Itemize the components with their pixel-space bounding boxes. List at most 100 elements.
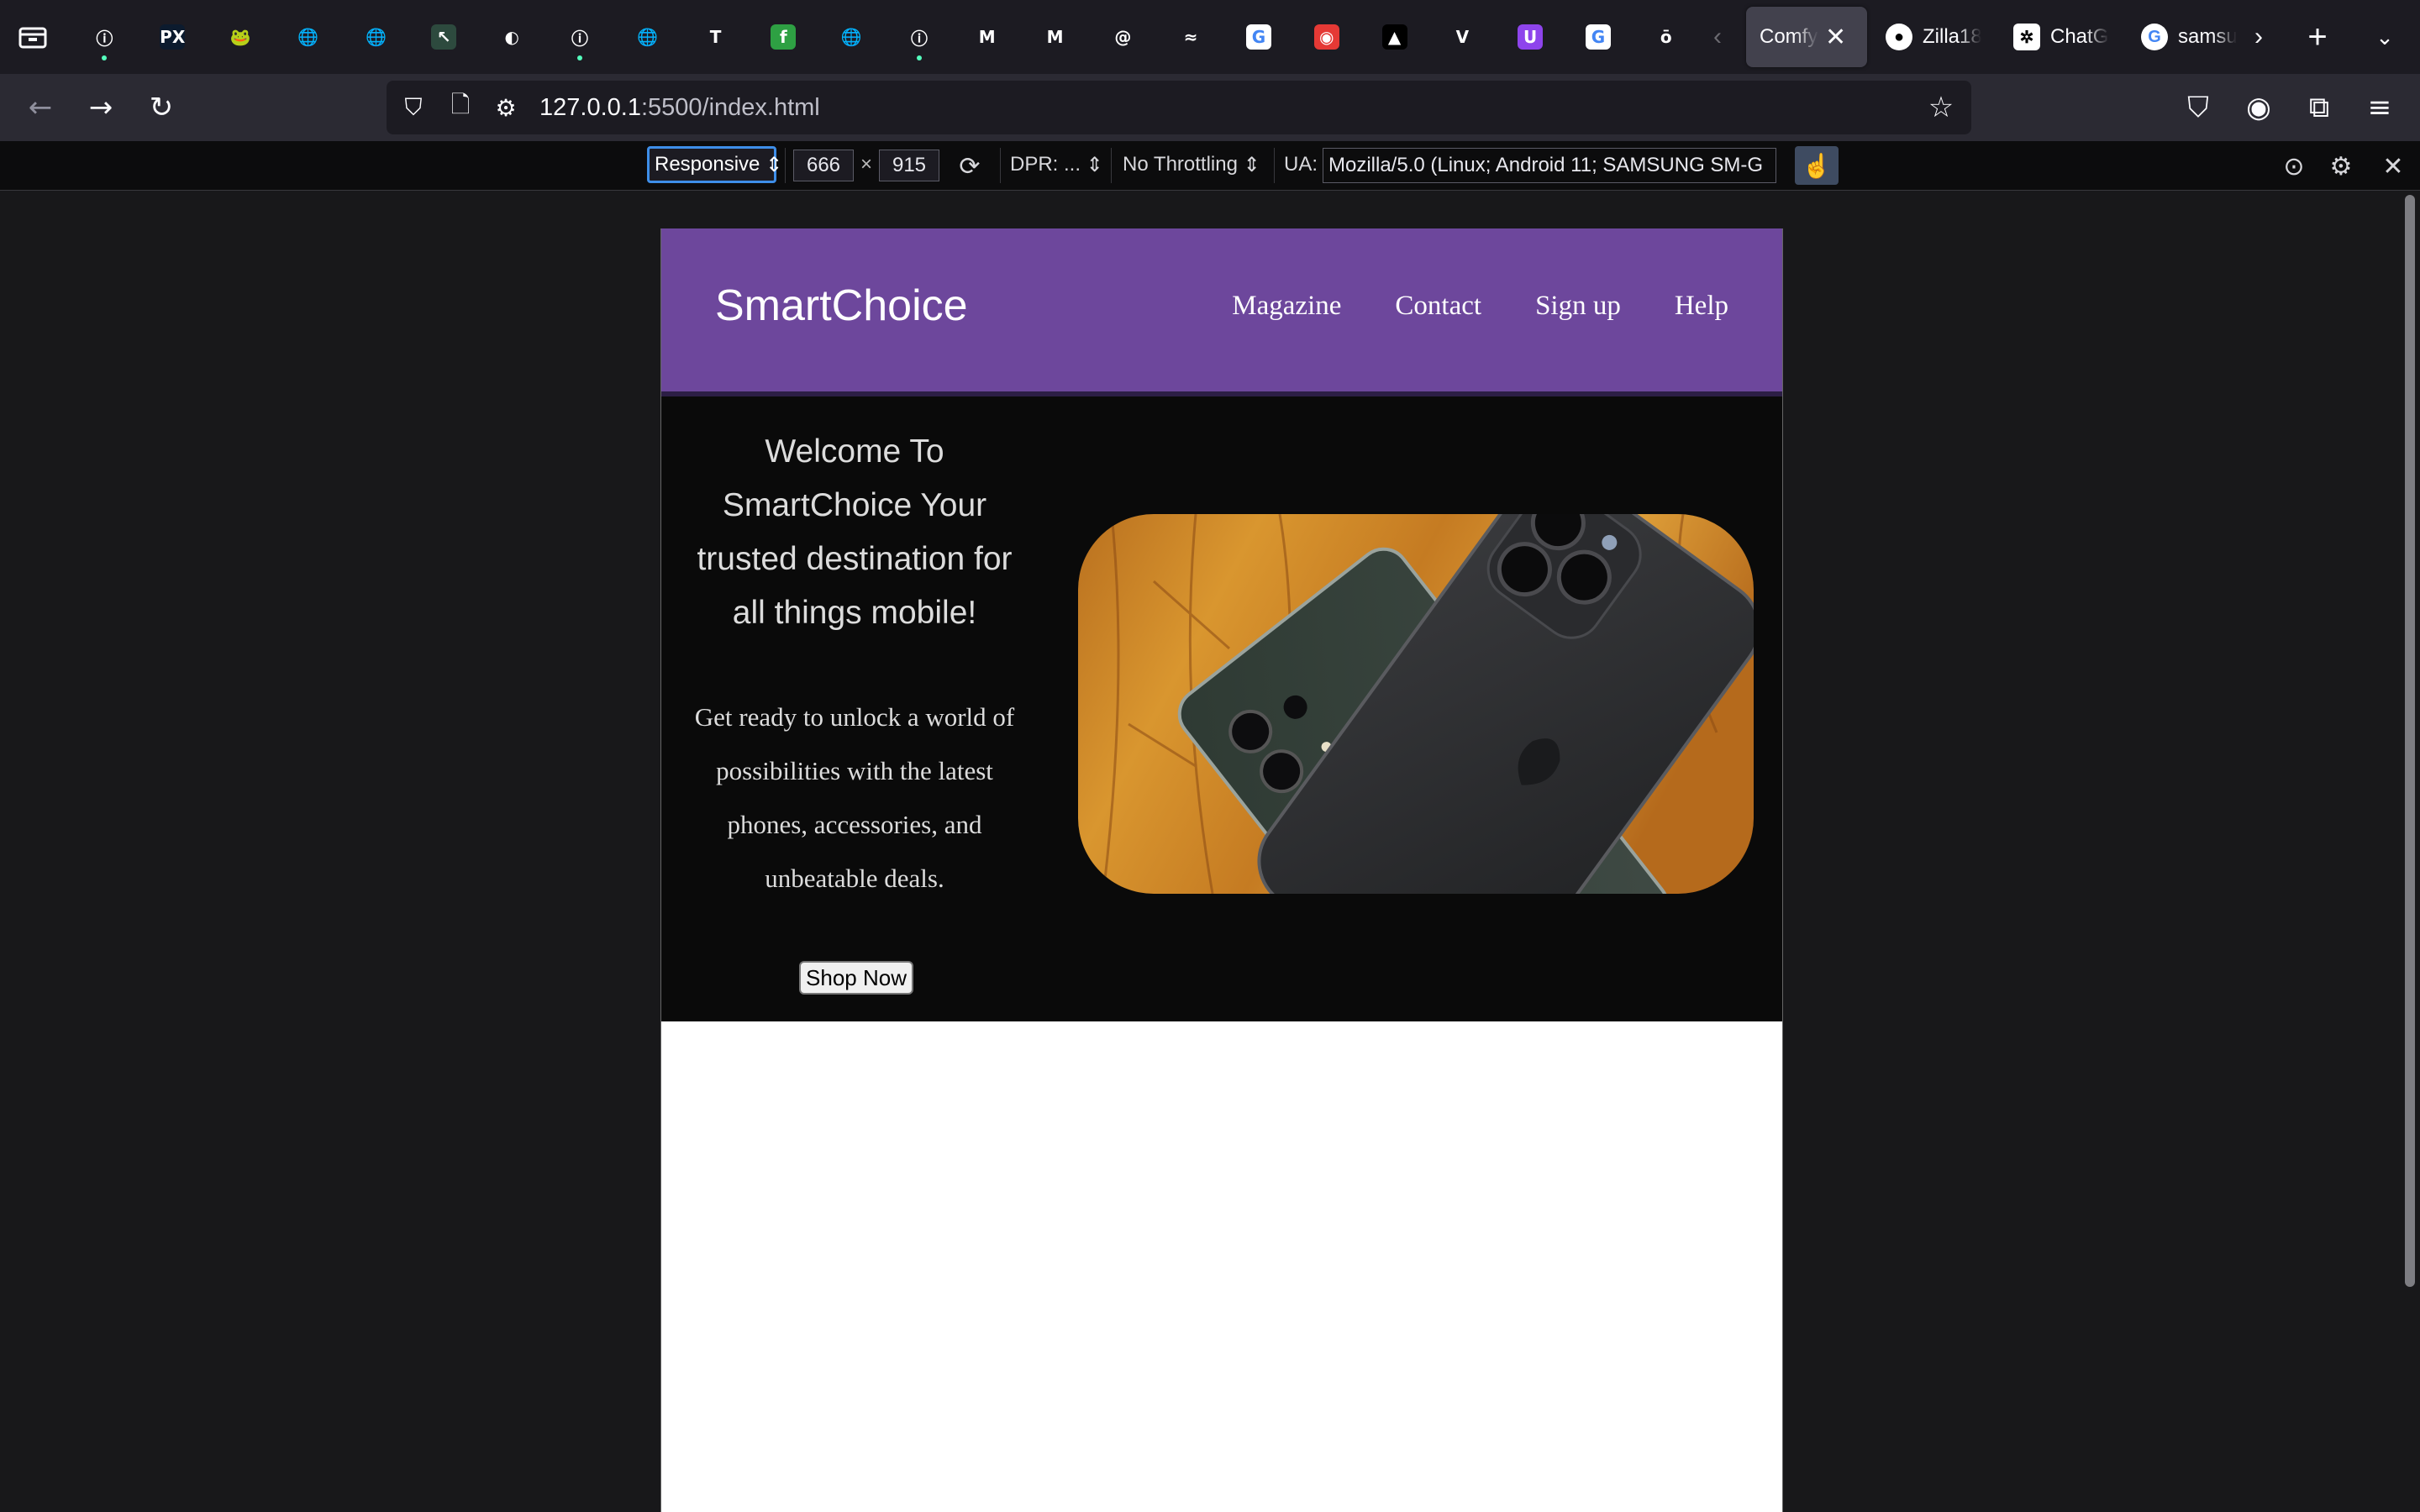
url-bar[interactable]: ⛉ 🗋 ⚙ 127.0.0.1:5500/index.html ☆ [387,81,1971,134]
pinned-tab[interactable]: ▲ [1360,0,1428,74]
screenshot-icon[interactable]: ⊙ [2275,148,2312,185]
tab-chatgpt[interactable]: ✲ ChatG [2013,7,2109,67]
globe-icon: 🌐 [637,27,659,47]
divider [1000,148,1001,183]
tab-label: samsu [2178,25,2237,48]
pinned-tab[interactable]: ◉ [1292,0,1360,74]
touch-simulation-icon[interactable]: ☝ [1795,146,1839,185]
pinned-tab[interactable]: G [1565,0,1633,74]
pinned-tab[interactable]: G [1225,0,1293,74]
url-host: 127.0.0.1 [539,94,641,121]
brand-logo[interactable]: SmartChoice [715,281,968,331]
hero-text: Get ready to unlock a world of possibili… [694,702,1015,893]
tab-active[interactable]: Comfy ( ✕ [1746,7,1867,67]
new-tab-icon[interactable]: + [2299,18,2336,55]
attention-dot [916,55,922,60]
pinned-tab[interactable]: f [750,0,818,74]
nav-link-signup[interactable]: Sign up [1535,291,1621,322]
throttling-selector[interactable]: No Throttling ⇕ [1123,146,1267,183]
pinned-tabs: ⓘ PX 🐸 🌐 🌐 ↖ ◐ ⓘ 🌐 Tf 🌐 ⓘ M M @ ≈ G ◉ ▲ V U Gō [71,0,1700,74]
pinned-tab[interactable]: U [1497,0,1565,74]
tailwind-icon: ≈ [1183,27,1198,47]
pinned-tab[interactable]: T [681,0,750,74]
nav-link-magazine[interactable]: Magazine [1232,291,1341,322]
bookmark-star-icon[interactable]: ☆ [1924,91,1958,124]
t-icon: T [709,27,722,47]
v-icon: V [1455,27,1470,47]
viewport-height-input[interactable]: 915 [879,150,939,181]
hero-phones-image [1078,514,1754,894]
pocket-icon[interactable]: ⛉ [2178,87,2218,128]
m-icon: M [1046,27,1064,47]
permissions-icon[interactable]: ⚙ [491,92,521,123]
globe-icon: 🌐 [840,27,862,47]
tab-samsung[interactable]: G samsu [2141,7,2237,67]
pinned-tab[interactable]: 🌐 [818,0,886,74]
settings-gear-icon[interactable]: ⚙ [2323,148,2360,185]
url-text[interactable]: 127.0.0.1:5500/index.html [539,94,820,122]
green-f-icon: f [771,24,797,50]
nav-link-help[interactable]: Help [1675,291,1728,322]
pinned-tab[interactable]: ◐ [478,0,546,74]
pinned-tab[interactable]: ⓘ [71,0,139,74]
pinned-tab[interactable]: 🌐 [274,0,342,74]
site-header: SmartChoice Magazine Contact Sign up Hel… [661,228,1782,396]
red-app-icon: ◉ [1313,24,1339,50]
nav-link-contact[interactable]: Contact [1395,291,1481,322]
hero-title: Welcome To SmartChoice Your trusted dest… [697,433,1013,631]
dpr-selector[interactable]: DPR: ... ⇕ [1010,146,1107,183]
page-icon[interactable]: 🗋 [445,91,476,123]
tab-scroll-right-icon[interactable]: › [2242,18,2275,55]
list-all-tabs-icon[interactable]: ⌄ [2366,18,2403,55]
site-nav: Magazine Contact Sign up Help [1232,291,1728,322]
pinned-tab[interactable]: M [953,0,1021,74]
debian-icon: @ [1114,27,1132,47]
blue-circle-icon: ◐ [504,27,519,47]
pinned-tab[interactable]: M [1021,0,1089,74]
tab-label: ChatG [2050,25,2109,48]
back-icon[interactable]: ← [20,87,60,128]
pinned-tab[interactable]: ⓘ [886,0,954,74]
green-o-icon: ō [1660,27,1672,47]
menu-icon[interactable]: ≡ [2360,87,2400,128]
frog-icon: 🐸 [229,27,251,47]
emulated-page: SmartChoice Magazine Contact Sign up Hel… [660,228,1783,1512]
close-rdm-icon[interactable]: ✕ [2375,148,2412,185]
github-icon: ● [1886,24,1912,50]
pinned-tab[interactable]: @ [1089,0,1157,74]
pinned-tab[interactable]: 🌐 [613,0,681,74]
firefox-view-icon[interactable] [18,25,47,49]
divider [785,148,786,183]
page-scrollbar[interactable] [2405,195,2415,1287]
close-tab-icon[interactable]: ✕ [1825,23,1846,52]
reload-icon[interactable]: ↻ [141,87,182,128]
shield-icon[interactable]: ⛉ [398,92,429,123]
pinned-tab[interactable]: 🐸 [207,0,275,74]
m-icon: M [978,27,996,47]
tab-strip: ⓘ PX 🐸 🌐 🌐 ↖ ◐ ⓘ 🌐 Tf 🌐 ⓘ M M @ ≈ G ◉ ▲ V U Gō ‹ Comfy ( ✕ ● … [0,0,2420,74]
pinned-tab[interactable]: ↖ [410,0,478,74]
pinned-tab[interactable]: ō [1632,0,1700,74]
pinned-tab[interactable]: V [1428,0,1497,74]
device-selector[interactable]: Responsive ⇕ [647,146,782,183]
shop-now-button[interactable]: Shop Now [799,961,913,995]
tab-label: Comfy ( [1760,25,1818,48]
pinned-tab[interactable]: PX [139,0,207,74]
forward-icon[interactable]: → [81,87,121,128]
px-icon: PX [160,24,185,50]
viewport-width-input[interactable]: 666 [793,150,854,181]
account-icon[interactable]: ◉ [2238,87,2279,128]
user-agent-input[interactable]: Mozilla/5.0 (Linux; Android 11; SAMSUNG … [1323,148,1776,183]
google-icon: G [1245,24,1271,50]
throttling-label: No Throttling [1123,153,1238,176]
tab-zilla[interactable]: ● Zilla18 [1886,7,1981,67]
pinned-tab[interactable]: ≈ [1157,0,1225,74]
rotate-device-icon[interactable]: ⟳ [951,148,988,185]
dpr-label: DPR: ... [1010,153,1081,176]
google-icon: G [1585,24,1611,50]
pinned-tab[interactable]: ⓘ [546,0,614,74]
info-icon: ⓘ [96,28,113,49]
extensions-icon[interactable]: ⧉ [2299,87,2339,128]
pinned-tab[interactable]: 🌐 [342,0,410,74]
tab-scroll-left-icon[interactable]: ‹ [1701,18,1734,55]
